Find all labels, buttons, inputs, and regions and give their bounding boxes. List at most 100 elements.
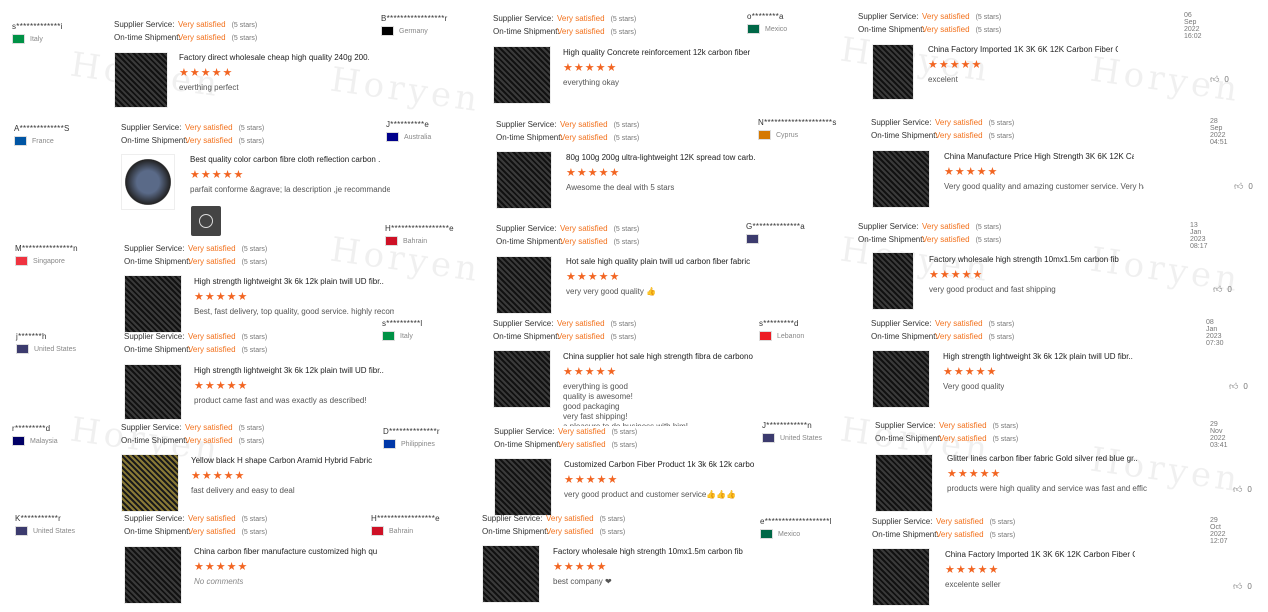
like-button[interactable]: 👍︎ 0 bbox=[1213, 284, 1232, 295]
rating-value: Very satisfied bbox=[178, 33, 226, 42]
product-thumbnail[interactable] bbox=[872, 252, 914, 310]
product-title[interactable]: High strength lightweight 3k 6k 12k plai… bbox=[194, 277, 384, 286]
product-thumbnail[interactable] bbox=[493, 350, 551, 408]
flag-icon bbox=[15, 256, 28, 266]
rating-value: Very satisfied bbox=[936, 530, 984, 539]
product-title[interactable]: China carbon fiber manufacture customize… bbox=[194, 547, 377, 556]
reviewer-name: J************n bbox=[762, 421, 813, 430]
country-label: United States bbox=[33, 527, 76, 535]
rating-value: Very satisfied bbox=[188, 514, 236, 523]
product-thumbnail[interactable] bbox=[121, 154, 175, 210]
product-thumbnail[interactable] bbox=[496, 256, 552, 314]
flag-icon bbox=[385, 236, 398, 246]
product-title[interactable]: Hot sale high quality plain twill ud car… bbox=[566, 257, 750, 266]
thumbs-up-icon: 👍︎ bbox=[1229, 381, 1239, 391]
thumbs-up-icon: 👍︎ bbox=[1233, 484, 1243, 494]
product-thumbnail[interactable] bbox=[114, 52, 168, 108]
rating-label: On-time Shipment: bbox=[114, 33, 181, 42]
product-thumbnail[interactable] bbox=[124, 546, 182, 604]
product-thumbnail[interactable] bbox=[121, 454, 179, 512]
product-thumbnail[interactable] bbox=[494, 458, 552, 516]
review-comment: fast delivery and easy to deal bbox=[191, 486, 295, 495]
on-time-shipment-rating: On-time Shipment: Very satisfied (5 stars) bbox=[124, 527, 267, 536]
review-date: 08 Jan 2023 07:30 bbox=[1206, 319, 1224, 347]
rating-value: Very satisfied bbox=[922, 222, 970, 231]
rating-label: On-time Shipment: bbox=[872, 530, 939, 539]
like-button[interactable]: 👍︎ 0 bbox=[1229, 381, 1248, 392]
reviewer-name: s*********d bbox=[759, 319, 799, 328]
product-thumbnail[interactable] bbox=[875, 454, 933, 512]
product-title[interactable]: China Manufacture Price High Strength 3K… bbox=[944, 152, 1134, 161]
rating-stars-text: (5 stars) bbox=[992, 436, 1019, 443]
product-thumbnail[interactable] bbox=[496, 151, 552, 209]
review-comment: best company ❤ bbox=[553, 577, 612, 586]
rating-stars-text: (5 stars) bbox=[231, 35, 258, 42]
flag-icon bbox=[12, 436, 25, 446]
review-stars: ★★★★★ bbox=[194, 561, 249, 573]
product-title[interactable]: Factory direct wholesale cheap high qual… bbox=[179, 53, 369, 62]
like-count: 0 bbox=[1247, 485, 1252, 494]
product-title[interactable]: High strength lightweight 3k 6k 12k plai… bbox=[943, 352, 1133, 361]
flag-icon bbox=[371, 526, 384, 536]
rating-stars-text: (5 stars) bbox=[975, 14, 1002, 21]
product-thumbnail[interactable] bbox=[493, 46, 551, 104]
product-title[interactable]: Best quality color carbon fibre cloth re… bbox=[190, 155, 380, 164]
on-time-shipment-rating: On-time Shipment: Very satisfied (5 stars) bbox=[871, 131, 1014, 140]
product-thumbnail[interactable] bbox=[124, 364, 182, 420]
flag-icon bbox=[12, 34, 25, 44]
product-title[interactable]: China supplier hot sale high strength fi… bbox=[563, 352, 753, 361]
like-button[interactable]: 👍︎ 0 bbox=[1233, 484, 1252, 495]
rating-label: Supplier Service: bbox=[875, 421, 936, 430]
reviewer-country: Australia bbox=[386, 132, 431, 142]
product-thumbnail[interactable] bbox=[872, 350, 930, 408]
like-button[interactable]: 👍︎ 0 bbox=[1234, 181, 1253, 192]
reviewer-country: Lebanon bbox=[759, 331, 804, 341]
supplier-service-rating: Supplier Service: Very satisfied (5 stars) bbox=[121, 123, 264, 132]
product-thumbnail[interactable] bbox=[872, 44, 914, 100]
rating-label: On-time Shipment: bbox=[496, 237, 563, 246]
rating-stars-text: (5 stars) bbox=[241, 334, 268, 341]
reviewer-country bbox=[746, 234, 764, 244]
rating-value: Very satisfied bbox=[188, 332, 236, 341]
flag-icon bbox=[747, 24, 760, 34]
on-time-shipment-rating: On-time Shipment: Very satisfied (5 stars) bbox=[493, 27, 636, 36]
reviewer-country: Malaysia bbox=[12, 436, 58, 446]
rating-stars-text: (5 stars) bbox=[610, 29, 637, 36]
product-title[interactable]: Factory wholesale high strength 10mx1.5m… bbox=[929, 255, 1119, 264]
review-comment: everthing perfect bbox=[179, 83, 239, 92]
product-title[interactable]: Glitter lines carbon fiber fabric Gold s… bbox=[947, 454, 1137, 463]
reviewer-name: G**************a bbox=[746, 222, 806, 231]
product-title[interactable]: China Factory Imported 1K 3K 6K 12K Carb… bbox=[945, 550, 1135, 559]
video-play-icon[interactable] bbox=[191, 206, 221, 236]
product-title[interactable]: Factory wholesale high strength 10mx1.5m… bbox=[553, 547, 743, 556]
like-count: 0 bbox=[1224, 75, 1229, 84]
product-title[interactable]: High quality Concrete reinforcement 12k … bbox=[563, 48, 750, 57]
rating-label: On-time Shipment: bbox=[871, 332, 938, 341]
rating-label: Supplier Service: bbox=[121, 123, 182, 132]
product-title[interactable]: China Factory Imported 1K 3K 6K 12K Carb… bbox=[928, 45, 1118, 54]
product-thumbnail[interactable] bbox=[124, 275, 182, 333]
product-title[interactable]: Yellow black H shape Carbon Aramid Hybri… bbox=[191, 456, 372, 465]
product-thumbnail[interactable] bbox=[872, 150, 930, 208]
supplier-service-rating: Supplier Service: Very satisfied (5 stars) bbox=[121, 423, 264, 432]
rating-value: Very satisfied bbox=[557, 27, 605, 36]
product-thumbnail[interactable] bbox=[482, 545, 540, 603]
product-title[interactable]: High strength lightweight 3k 6k 12k plai… bbox=[194, 366, 384, 375]
rating-stars-text: (5 stars) bbox=[988, 321, 1015, 328]
like-button[interactable]: 👍︎ 0 bbox=[1233, 581, 1252, 592]
reviewer-name: B*****************r bbox=[381, 14, 448, 23]
rating-label: On-time Shipment: bbox=[121, 136, 188, 145]
rating-stars-text: (5 stars) bbox=[613, 135, 640, 142]
reviewer-name: j*******h bbox=[16, 332, 47, 341]
product-title[interactable]: 80g 100g 200g ultra-lightweight 12K spre… bbox=[566, 153, 756, 162]
reviewer-country: France bbox=[14, 136, 54, 146]
review-comment: everything is good quality is awesome! g… bbox=[563, 382, 688, 426]
like-button[interactable]: 👍︎ 0 bbox=[1210, 74, 1229, 85]
product-thumbnail[interactable] bbox=[872, 548, 930, 606]
product-title[interactable]: Customized Carbon Fiber Product 1k 3k 6k… bbox=[564, 460, 754, 469]
supplier-service-rating: Supplier Service: Very satisfied (5 stars) bbox=[496, 120, 639, 129]
review-comment: product came fast and was exactly as des… bbox=[194, 396, 367, 405]
rating-stars-text: (5 stars) bbox=[238, 138, 265, 145]
rating-value: Very satisfied bbox=[935, 332, 983, 341]
rating-value: Very satisfied bbox=[546, 514, 594, 523]
